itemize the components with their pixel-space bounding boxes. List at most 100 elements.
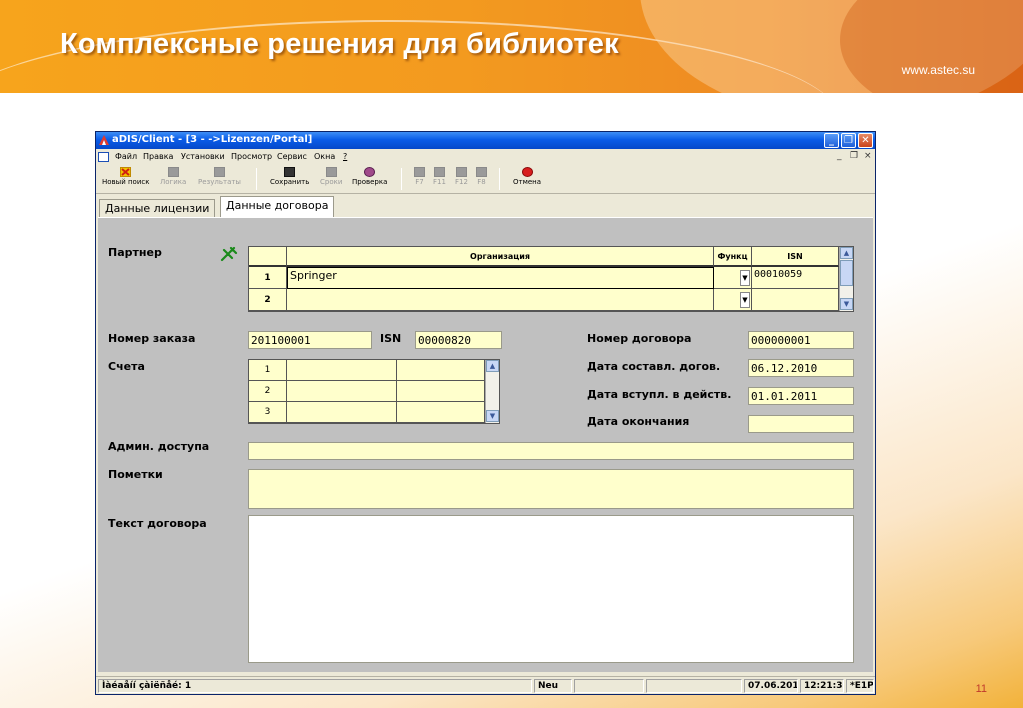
date-made-label: Дата составл. догов.	[587, 360, 721, 373]
minimize-button[interactable]: _	[824, 133, 839, 148]
status-time: 12:21:30	[800, 679, 844, 693]
account-cell[interactable]	[287, 402, 397, 423]
toolbar-separator	[499, 168, 500, 190]
organization-cell[interactable]: Springer	[287, 267, 714, 289]
new-search-button[interactable]: Новый поиск	[102, 167, 149, 192]
menu-settings[interactable]: Установки	[181, 152, 225, 161]
tab-contract-data[interactable]: Данные договора	[220, 196, 335, 217]
floppy-disk-icon	[284, 167, 296, 177]
organization-cell[interactable]	[287, 289, 714, 311]
notes-label: Пометки	[108, 468, 163, 481]
window-titlebar[interactable]: aDIS/Client - [3 - ->Lizenzen/Portal] _ …	[96, 132, 875, 149]
status-code: *E1P	[846, 679, 874, 693]
tab-license-data[interactable]: Данные лицензии	[99, 199, 216, 217]
menu-bar: Файл Правка Установки Просмотр Сервис Ок…	[96, 149, 875, 165]
header-decoration	[840, 0, 1023, 93]
accounts-grid-scrollbar[interactable]: ▲ ▼	[485, 360, 499, 423]
menu-edit[interactable]: Правка	[143, 152, 173, 161]
account-cell[interactable]	[287, 360, 397, 381]
check-label: Проверка	[352, 178, 388, 186]
contract-number-label: Номер договора	[587, 332, 692, 345]
menu-windows[interactable]: Окна	[314, 152, 335, 161]
status-empty	[574, 679, 644, 693]
date-end-field[interactable]	[748, 415, 854, 433]
isn-cell[interactable]	[752, 289, 839, 311]
scroll-thumb[interactable]	[840, 260, 853, 286]
row-number: 1	[249, 267, 287, 289]
account-cell[interactable]	[397, 360, 485, 381]
column-header-organization[interactable]: Организация	[287, 247, 714, 267]
site-url[interactable]: www.astec.su	[902, 63, 975, 77]
deadlines-icon	[325, 167, 337, 177]
partner-label: Партнер	[108, 246, 162, 259]
account-cell[interactable]	[397, 381, 485, 402]
f12-label: F12	[455, 178, 468, 186]
partner-grid-scrollbar[interactable]: ▲ ▼	[839, 247, 853, 311]
adis-app-icon	[99, 135, 109, 145]
check-button[interactable]: Проверка	[352, 167, 387, 192]
grid-corner	[249, 247, 287, 267]
slide-header: Комплексные решения для библиотек www.as…	[0, 0, 1023, 93]
new-search-label: Новый поиск	[102, 178, 150, 186]
results-icon	[213, 167, 225, 177]
f8-button[interactable]: F8	[476, 167, 487, 192]
toolbar-separator	[401, 168, 402, 190]
scroll-up-icon[interactable]: ▲	[840, 247, 853, 259]
partner-lookup-icon[interactable]	[220, 246, 238, 262]
partner-grid: Организация Функц ISN 1 Springer ▼ 00010…	[248, 246, 854, 312]
notes-field[interactable]	[248, 469, 854, 509]
scroll-down-icon[interactable]: ▼	[840, 298, 853, 310]
deadlines-button[interactable]: Сроки	[320, 167, 342, 192]
page-number: 11	[975, 683, 987, 695]
logic-button[interactable]: Логика	[160, 167, 186, 192]
save-button[interactable]: Сохранить	[270, 167, 309, 192]
contract-form: Партнер Организация Функц ISN 1 Springer…	[98, 217, 873, 672]
contract-number-field[interactable]: 000000001	[748, 331, 854, 349]
f11-label: F11	[433, 178, 446, 186]
contract-text-area[interactable]	[248, 515, 854, 663]
admin-access-field[interactable]	[248, 442, 854, 460]
chevron-down-icon[interactable]: ▼	[740, 270, 750, 286]
isn-field[interactable]: 00000820	[415, 331, 502, 349]
row-number: 2	[249, 381, 287, 402]
f8-label: F8	[477, 178, 486, 186]
account-cell[interactable]	[397, 402, 485, 423]
mdi-close-button[interactable]: ×	[864, 151, 872, 161]
f12-button[interactable]: F12	[455, 167, 468, 192]
mdi-minimize-button[interactable]: _	[837, 151, 842, 161]
order-number-label: Номер заказа	[108, 332, 196, 345]
f7-label: F7	[415, 178, 424, 186]
column-header-isn[interactable]: ISN	[752, 247, 839, 267]
date-effective-field[interactable]: 01.01.2011	[748, 387, 854, 405]
scroll-up-icon[interactable]: ▲	[486, 360, 499, 372]
account-cell[interactable]	[287, 381, 397, 402]
close-button[interactable]: ✕	[858, 133, 873, 148]
menu-file[interactable]: Файл	[115, 152, 137, 161]
results-button[interactable]: Результаты	[198, 167, 241, 192]
row-number: 1	[249, 360, 287, 381]
isn-label: ISN	[380, 332, 402, 345]
date-effective-label: Дата вступл. в действ.	[587, 388, 732, 401]
f11-button[interactable]: F11	[433, 167, 446, 192]
document-icon[interactable]	[98, 152, 109, 162]
contract-text-label: Текст договора	[108, 517, 207, 530]
logic-label: Логика	[160, 178, 187, 186]
chevron-down-icon[interactable]: ▼	[740, 292, 750, 308]
f12-icon	[455, 167, 467, 177]
menu-view[interactable]: Просмотр	[231, 152, 272, 161]
app-window: aDIS/Client - [3 - ->Lizenzen/Portal] _ …	[95, 131, 876, 695]
menu-service[interactable]: Сервис	[277, 152, 307, 161]
f7-button[interactable]: F7	[414, 167, 425, 192]
order-number-field[interactable]: 201100001	[248, 331, 372, 349]
logic-icon	[167, 167, 179, 177]
column-header-function[interactable]: Функц	[714, 247, 752, 267]
mdi-restore-button[interactable]: ❐	[850, 151, 858, 161]
cancel-button[interactable]: Отмена	[513, 167, 541, 192]
isn-cell[interactable]: 00010059	[752, 267, 839, 289]
scroll-down-icon[interactable]: ▼	[486, 410, 499, 422]
date-made-field[interactable]: 06.12.2010	[748, 359, 854, 377]
menu-help[interactable]: ?	[343, 152, 347, 161]
toolbar-separator	[256, 168, 257, 190]
status-empty	[646, 679, 742, 693]
restore-button[interactable]: ❐	[841, 133, 856, 148]
